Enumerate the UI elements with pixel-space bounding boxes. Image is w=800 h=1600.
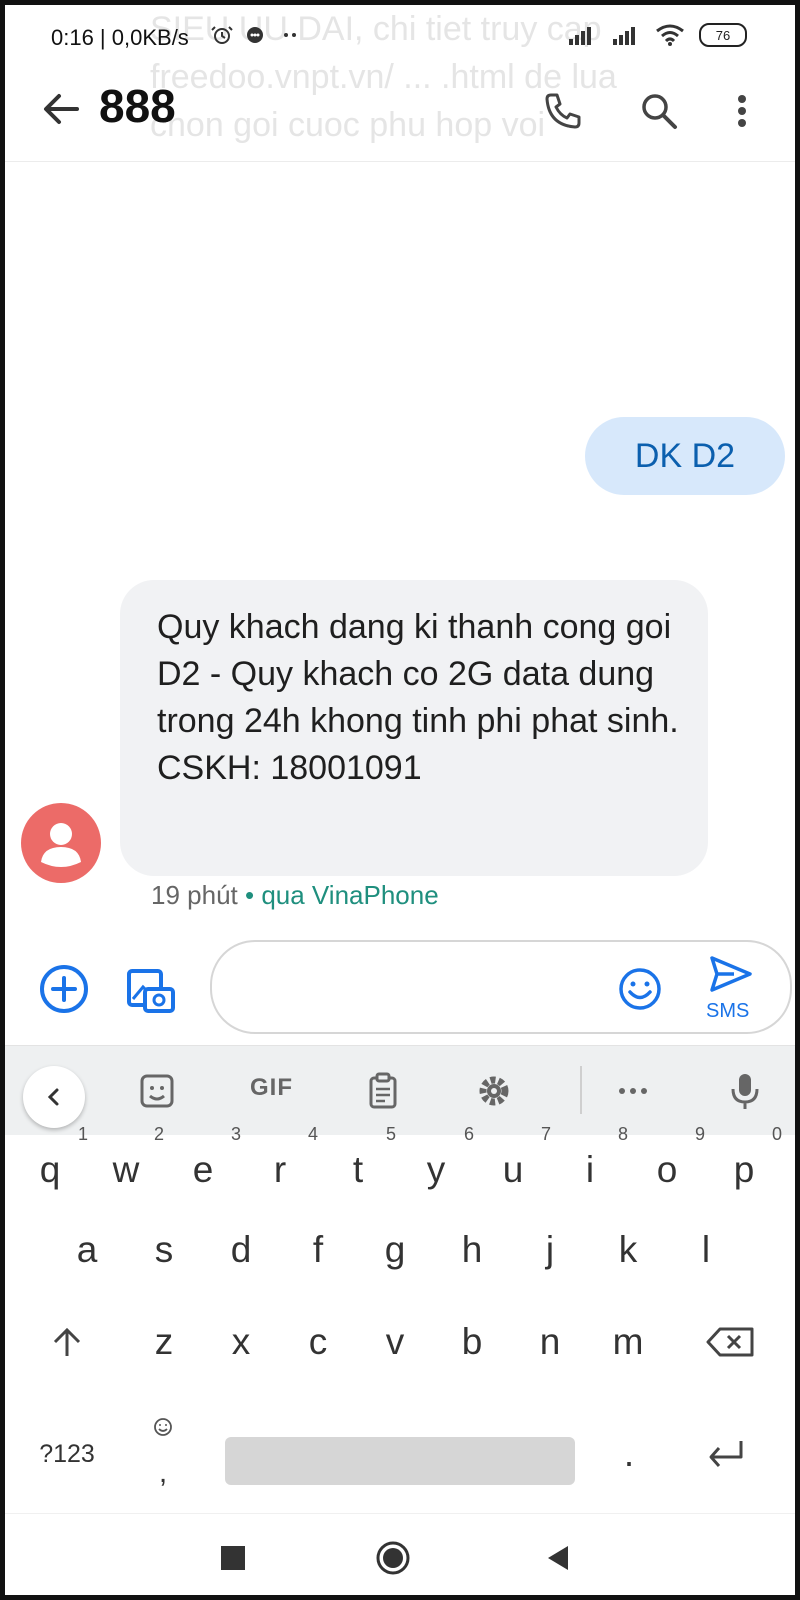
notification-icon	[247, 27, 263, 43]
key-d[interactable]: d	[211, 1215, 271, 1285]
space-key[interactable]	[225, 1437, 575, 1485]
period-key[interactable]: .	[599, 1419, 659, 1489]
emoji-comma-key[interactable]: ,	[133, 1418, 193, 1489]
search-icon[interactable]	[635, 87, 683, 135]
more-dots-icon	[284, 33, 296, 37]
key-c[interactable]: c	[288, 1307, 348, 1377]
back-nav-button[interactable]	[540, 1540, 576, 1576]
recent-apps-button[interactable]	[215, 1540, 251, 1576]
key-w[interactable]: w2	[96, 1124, 164, 1205]
gallery-camera-button[interactable]	[123, 961, 179, 1017]
microphone-icon[interactable]	[725, 1071, 765, 1111]
avatar[interactable]	[21, 803, 101, 883]
signal-icon	[613, 27, 635, 45]
sent-message-bubble[interactable]: DK D2	[585, 417, 785, 495]
status-time: 0:16 | 0,0KB/s	[51, 25, 189, 50]
on-screen-keyboard: q1 w2 e3 r4 t5 y6 u7 i8 o9 p0 a s d f g …	[5, 1124, 795, 1511]
key-o[interactable]: o9	[637, 1124, 705, 1205]
conversation-title: 888	[99, 80, 176, 132]
home-button[interactable]	[375, 1540, 411, 1576]
signal-icon	[569, 27, 591, 45]
key-v[interactable]: v	[365, 1307, 425, 1377]
key-m[interactable]: m	[598, 1307, 658, 1377]
key-q[interactable]: q1	[20, 1124, 88, 1205]
key-x[interactable]: x	[211, 1307, 271, 1377]
message-via-carrier: qua VinaPhone	[261, 880, 439, 910]
message-input[interactable]: SMS	[210, 940, 792, 1034]
clipboard-icon[interactable]	[363, 1071, 403, 1111]
more-horiz-icon[interactable]	[613, 1071, 653, 1111]
key-k[interactable]: k	[598, 1215, 658, 1285]
key-s[interactable]: s	[134, 1215, 194, 1285]
key-r[interactable]: r4	[250, 1124, 318, 1205]
backspace-icon	[706, 1327, 754, 1357]
key-y[interactable]: y6	[406, 1124, 474, 1205]
send-icon	[710, 956, 752, 992]
chevron-left-icon	[47, 1088, 59, 1106]
emoji-small-icon	[154, 1418, 172, 1436]
received-message-text: Quy khach dang ki thanh cong goi D2 - Qu…	[157, 608, 679, 787]
person-icon	[41, 823, 81, 867]
key-p[interactable]: p0	[714, 1124, 782, 1205]
status-bar: 0:16 | 0,0KB/s 76	[5, 5, 795, 65]
toolbar-divider	[580, 1066, 582, 1114]
alarm-icon	[211, 26, 233, 44]
key-h[interactable]: h	[442, 1215, 502, 1285]
phone-screen: SIEU UU DAI, chi tiet truy cap freedoo.v…	[0, 0, 800, 1600]
system-navigation-bar	[5, 1513, 795, 1595]
phone-icon[interactable]	[539, 87, 587, 135]
key-b[interactable]: b	[442, 1307, 502, 1377]
more-vert-icon[interactable]	[718, 87, 766, 135]
key-f[interactable]: f	[288, 1215, 348, 1285]
send-sms-button[interactable]: SMS	[698, 954, 760, 1024]
key-j[interactable]: j	[520, 1215, 580, 1285]
symbols-key[interactable]: ?123	[27, 1419, 107, 1489]
message-separator: •	[244, 880, 255, 910]
backspace-key[interactable]	[693, 1307, 767, 1377]
sticker-icon[interactable]	[137, 1071, 177, 1111]
message-time: 19 phút	[151, 880, 238, 910]
key-i[interactable]: i8	[560, 1124, 628, 1205]
key-e[interactable]: e3	[173, 1124, 241, 1205]
status-icons	[210, 23, 302, 47]
battery-indicator: 76	[699, 23, 747, 47]
back-arrow-icon[interactable]	[37, 85, 85, 133]
keyboard-collapse-button[interactable]	[23, 1066, 85, 1128]
key-n[interactable]: n	[520, 1307, 580, 1377]
key-u[interactable]: u7	[483, 1124, 551, 1205]
received-message-bubble[interactable]: Quy khach dang ki thanh cong goi D2 - Qu…	[120, 580, 708, 876]
emoji-button[interactable]	[617, 966, 663, 1012]
key-a[interactable]: a	[57, 1215, 117, 1285]
enter-arrow-icon	[709, 1441, 743, 1467]
send-label: SMS	[706, 1000, 750, 1022]
key-g[interactable]: g	[365, 1215, 425, 1285]
settings-gear-icon[interactable]	[474, 1071, 514, 1111]
status-right: 76	[567, 23, 747, 47]
enter-key[interactable]	[695, 1419, 755, 1489]
shift-arrow-icon	[53, 1327, 81, 1356]
shift-key[interactable]	[37, 1307, 97, 1377]
message-meta: 19 phút • qua VinaPhone	[151, 880, 439, 911]
add-attachment-button[interactable]	[38, 963, 90, 1015]
key-l[interactable]: l	[676, 1215, 736, 1285]
keyboard-toolbar: GIF	[5, 1045, 795, 1136]
key-z[interactable]: z	[134, 1307, 194, 1377]
gif-button[interactable]: GIF	[250, 1074, 293, 1102]
key-t[interactable]: t5	[328, 1124, 396, 1205]
app-bar: 888	[5, 65, 795, 162]
wifi-icon	[656, 24, 684, 46]
